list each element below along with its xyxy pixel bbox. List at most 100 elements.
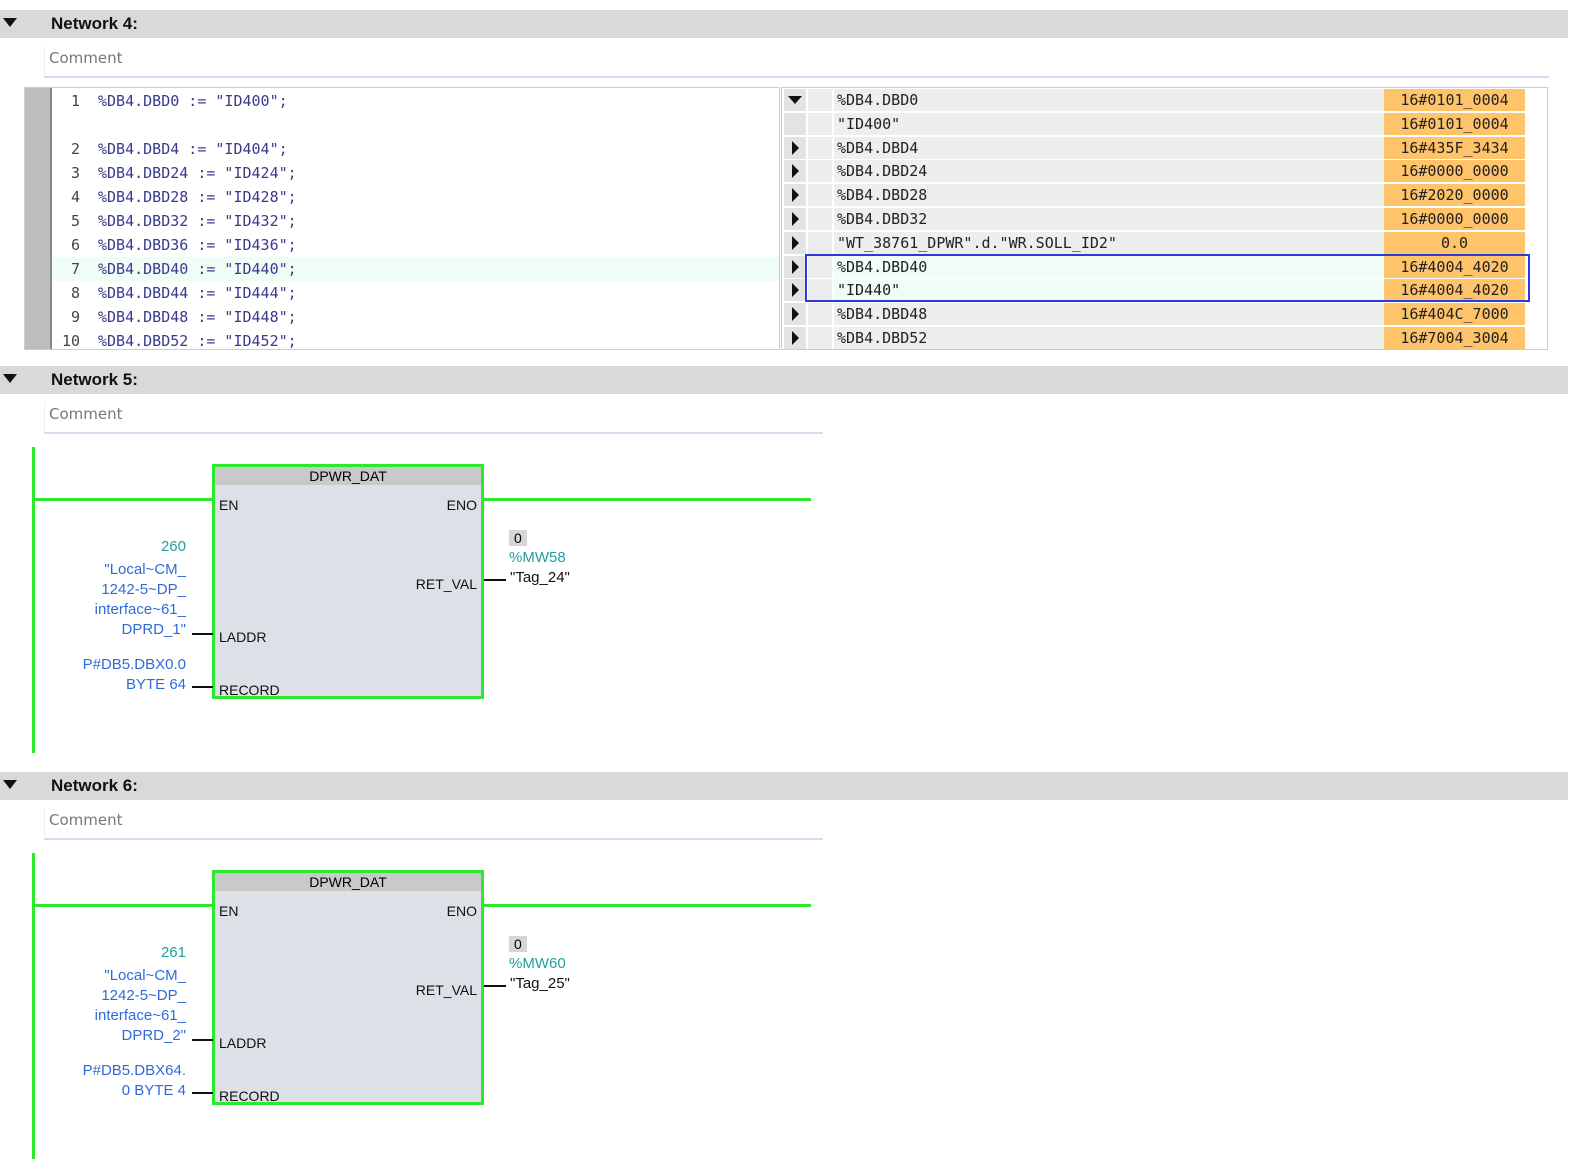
row-spacer: [808, 184, 832, 207]
collapse-triangle-icon[interactable]: [3, 18, 17, 27]
monitor-value: 16#0101_0004: [1384, 112, 1525, 135]
block-name: DPWR_DAT: [215, 873, 481, 891]
pin-en: EN: [219, 497, 239, 513]
operand-line: 1242-5~DP_: [101, 987, 186, 1004]
power-rail: [32, 447, 35, 753]
operand-line: DPRD_1": [121, 621, 186, 638]
network-comment[interactable]: Comment: [44, 402, 823, 434]
function-block[interactable]: DPWR_DAT EN ENO RET_VAL LADDR RECORD: [212, 870, 484, 1105]
ret-val-tag[interactable]: "Tag_24": [510, 568, 570, 588]
line-number: 10: [61, 332, 80, 350]
monitor-value: 16#7004_3004: [1384, 327, 1525, 349]
eno-wire: [483, 904, 811, 907]
pin-en: EN: [219, 903, 239, 919]
pin-record: RECORD: [219, 682, 280, 698]
line-number: 8: [70, 284, 80, 302]
code-line[interactable]: 3 %DB4.DBD24 := "ID424";: [52, 161, 779, 185]
monitor-row: %DB4.DBD24 16#0000_0000: [784, 160, 1546, 183]
network-header[interactable]: Network 6:: [0, 772, 1568, 800]
code-text: %DB4.DBD52 := "ID452";: [98, 332, 297, 350]
network-comment[interactable]: Comment: [44, 808, 823, 840]
code-line[interactable]: 4 %DB4.DBD28 := "ID428";: [52, 185, 779, 209]
expand-right-icon[interactable]: [784, 160, 806, 183]
code-line[interactable]: 5 %DB4.DBD32 := "ID432";: [52, 209, 779, 233]
network-5: Network 5: Comment DPWR_DAT EN ENO RET_V…: [0, 356, 1575, 756]
line-number: 2: [70, 140, 80, 158]
monitor-value-table: %DB4.DBD0 16#0101_0004 "ID400" 16#0101_0004…: [781, 87, 1548, 350]
code-line[interactable]: 2 %DB4.DBD4 := "ID404";: [52, 137, 779, 161]
expand-right-icon[interactable]: [784, 184, 806, 207]
operand-name: %DB4.DBD24: [834, 160, 1385, 183]
operand-name: "ID400": [834, 112, 1385, 135]
monitor-value: 16#404C_7000: [1384, 303, 1525, 326]
laddr-operand[interactable]: "Local~CM_ 1242-5~DP_ interface~61_ DPRD_2": [40, 966, 186, 1046]
ret-val-tag[interactable]: "Tag_25": [510, 974, 570, 994]
code-text: %DB4.DBD36 := "ID436";: [98, 236, 297, 254]
ret-val-address: %MW58: [509, 549, 566, 566]
en-wire: [34, 498, 213, 501]
operand-line: P#DB5.DBX0.0: [82, 656, 186, 673]
expand-right-icon[interactable]: [784, 208, 806, 230]
record-connector: [192, 686, 213, 688]
record-operand[interactable]: P#DB5.DBX64. 0 BYTE 4: [40, 1061, 186, 1101]
operand-line: interface~61_: [94, 601, 186, 618]
collapse-triangle-icon[interactable]: [3, 374, 17, 383]
monitor-value: 16#435F_3434: [1384, 136, 1525, 159]
expand-right-icon[interactable]: [784, 136, 806, 159]
comment-placeholder: Comment: [49, 405, 123, 423]
monitor-row: %DB4.DBD0 16#0101_0004: [784, 89, 1546, 111]
expand-right-icon[interactable]: [784, 279, 806, 302]
code-line[interactable]: 6 %DB4.DBD36 := "ID436";: [52, 233, 779, 257]
function-block[interactable]: DPWR_DAT EN ENO RET_VAL LADDR RECORD: [212, 464, 484, 699]
operand-name: "WT_38761_DPWR".d."WR.SOLL_ID2": [834, 231, 1385, 254]
expand-none-icon[interactable]: [784, 112, 806, 135]
block-name: DPWR_DAT: [215, 467, 481, 485]
code-line[interactable]: 10 %DB4.DBD52 := "ID452";: [52, 329, 779, 353]
comment-placeholder: Comment: [49, 811, 123, 829]
record-operand[interactable]: P#DB5.DBX0.0 BYTE 64: [40, 655, 186, 695]
code-text: %DB4.DBD40 := "ID440";: [98, 260, 297, 278]
ret-val-live-value: 0: [509, 936, 527, 952]
code-line[interactable]: 9 %DB4.DBD48 := "ID448";: [52, 305, 779, 329]
editor-gutter: [25, 88, 52, 349]
network-title: Network 4:: [51, 14, 138, 33]
operand-line: P#DB5.DBX64.: [82, 1062, 186, 1079]
expand-right-icon[interactable]: [784, 255, 806, 278]
row-spacer: [808, 231, 832, 254]
code-line[interactable]: 8 %DB4.DBD44 := "ID444";: [52, 281, 779, 305]
comment-placeholder: Comment: [49, 49, 123, 67]
network-title: Network 6:: [51, 776, 138, 795]
row-spacer: [808, 208, 832, 230]
scl-code-editor[interactable]: 1 %DB4.DBD0 := "ID400"; 2 %DB4.DBD4 := "ID4…: [24, 87, 780, 350]
expand-down-icon[interactable]: [784, 89, 806, 111]
network-header[interactable]: Network 5:: [0, 366, 1568, 394]
monitor-row: %DB4.DBD52 16#7004_3004: [784, 327, 1546, 349]
network-4-header[interactable]: Network 4:: [0, 10, 1568, 38]
operand-name: %DB4.DBD0: [834, 89, 1385, 111]
laddr-connector: [192, 633, 213, 635]
ret-val-live-value: 0: [509, 530, 527, 546]
operand-name: %DB4.DBD28: [834, 184, 1385, 207]
line-number: 6: [70, 236, 80, 254]
code-line[interactable]: 7 %DB4.DBD40 := "ID440";: [52, 257, 779, 281]
pin-eno: ENO: [446, 497, 477, 513]
line-number: 7: [70, 260, 80, 278]
selection-highlight: [805, 254, 1530, 302]
monitor-row: %DB4.DBD48 16#404C_7000: [784, 303, 1546, 326]
record-connector: [192, 1092, 213, 1094]
row-spacer: [808, 136, 832, 159]
row-spacer: [808, 160, 832, 183]
code-text: %DB4.DBD32 := "ID432";: [98, 212, 297, 230]
laddr-connector: [192, 1039, 213, 1041]
laddr-operand[interactable]: "Local~CM_ 1242-5~DP_ interface~61_ DPRD_1": [40, 560, 186, 640]
expand-right-icon[interactable]: [784, 327, 806, 349]
expand-right-icon[interactable]: [784, 231, 806, 254]
pin-laddr: LADDR: [219, 629, 267, 645]
collapse-triangle-icon[interactable]: [3, 780, 17, 789]
expand-right-icon[interactable]: [784, 303, 806, 326]
code-line[interactable]: 1 %DB4.DBD0 := "ID400";: [52, 89, 779, 113]
pin-laddr: LADDR: [219, 1035, 267, 1051]
network-comment[interactable]: Comment: [44, 46, 1549, 78]
code-text: %DB4.DBD4 := "ID404";: [98, 140, 288, 158]
operand-name: %DB4.DBD4: [834, 136, 1385, 159]
